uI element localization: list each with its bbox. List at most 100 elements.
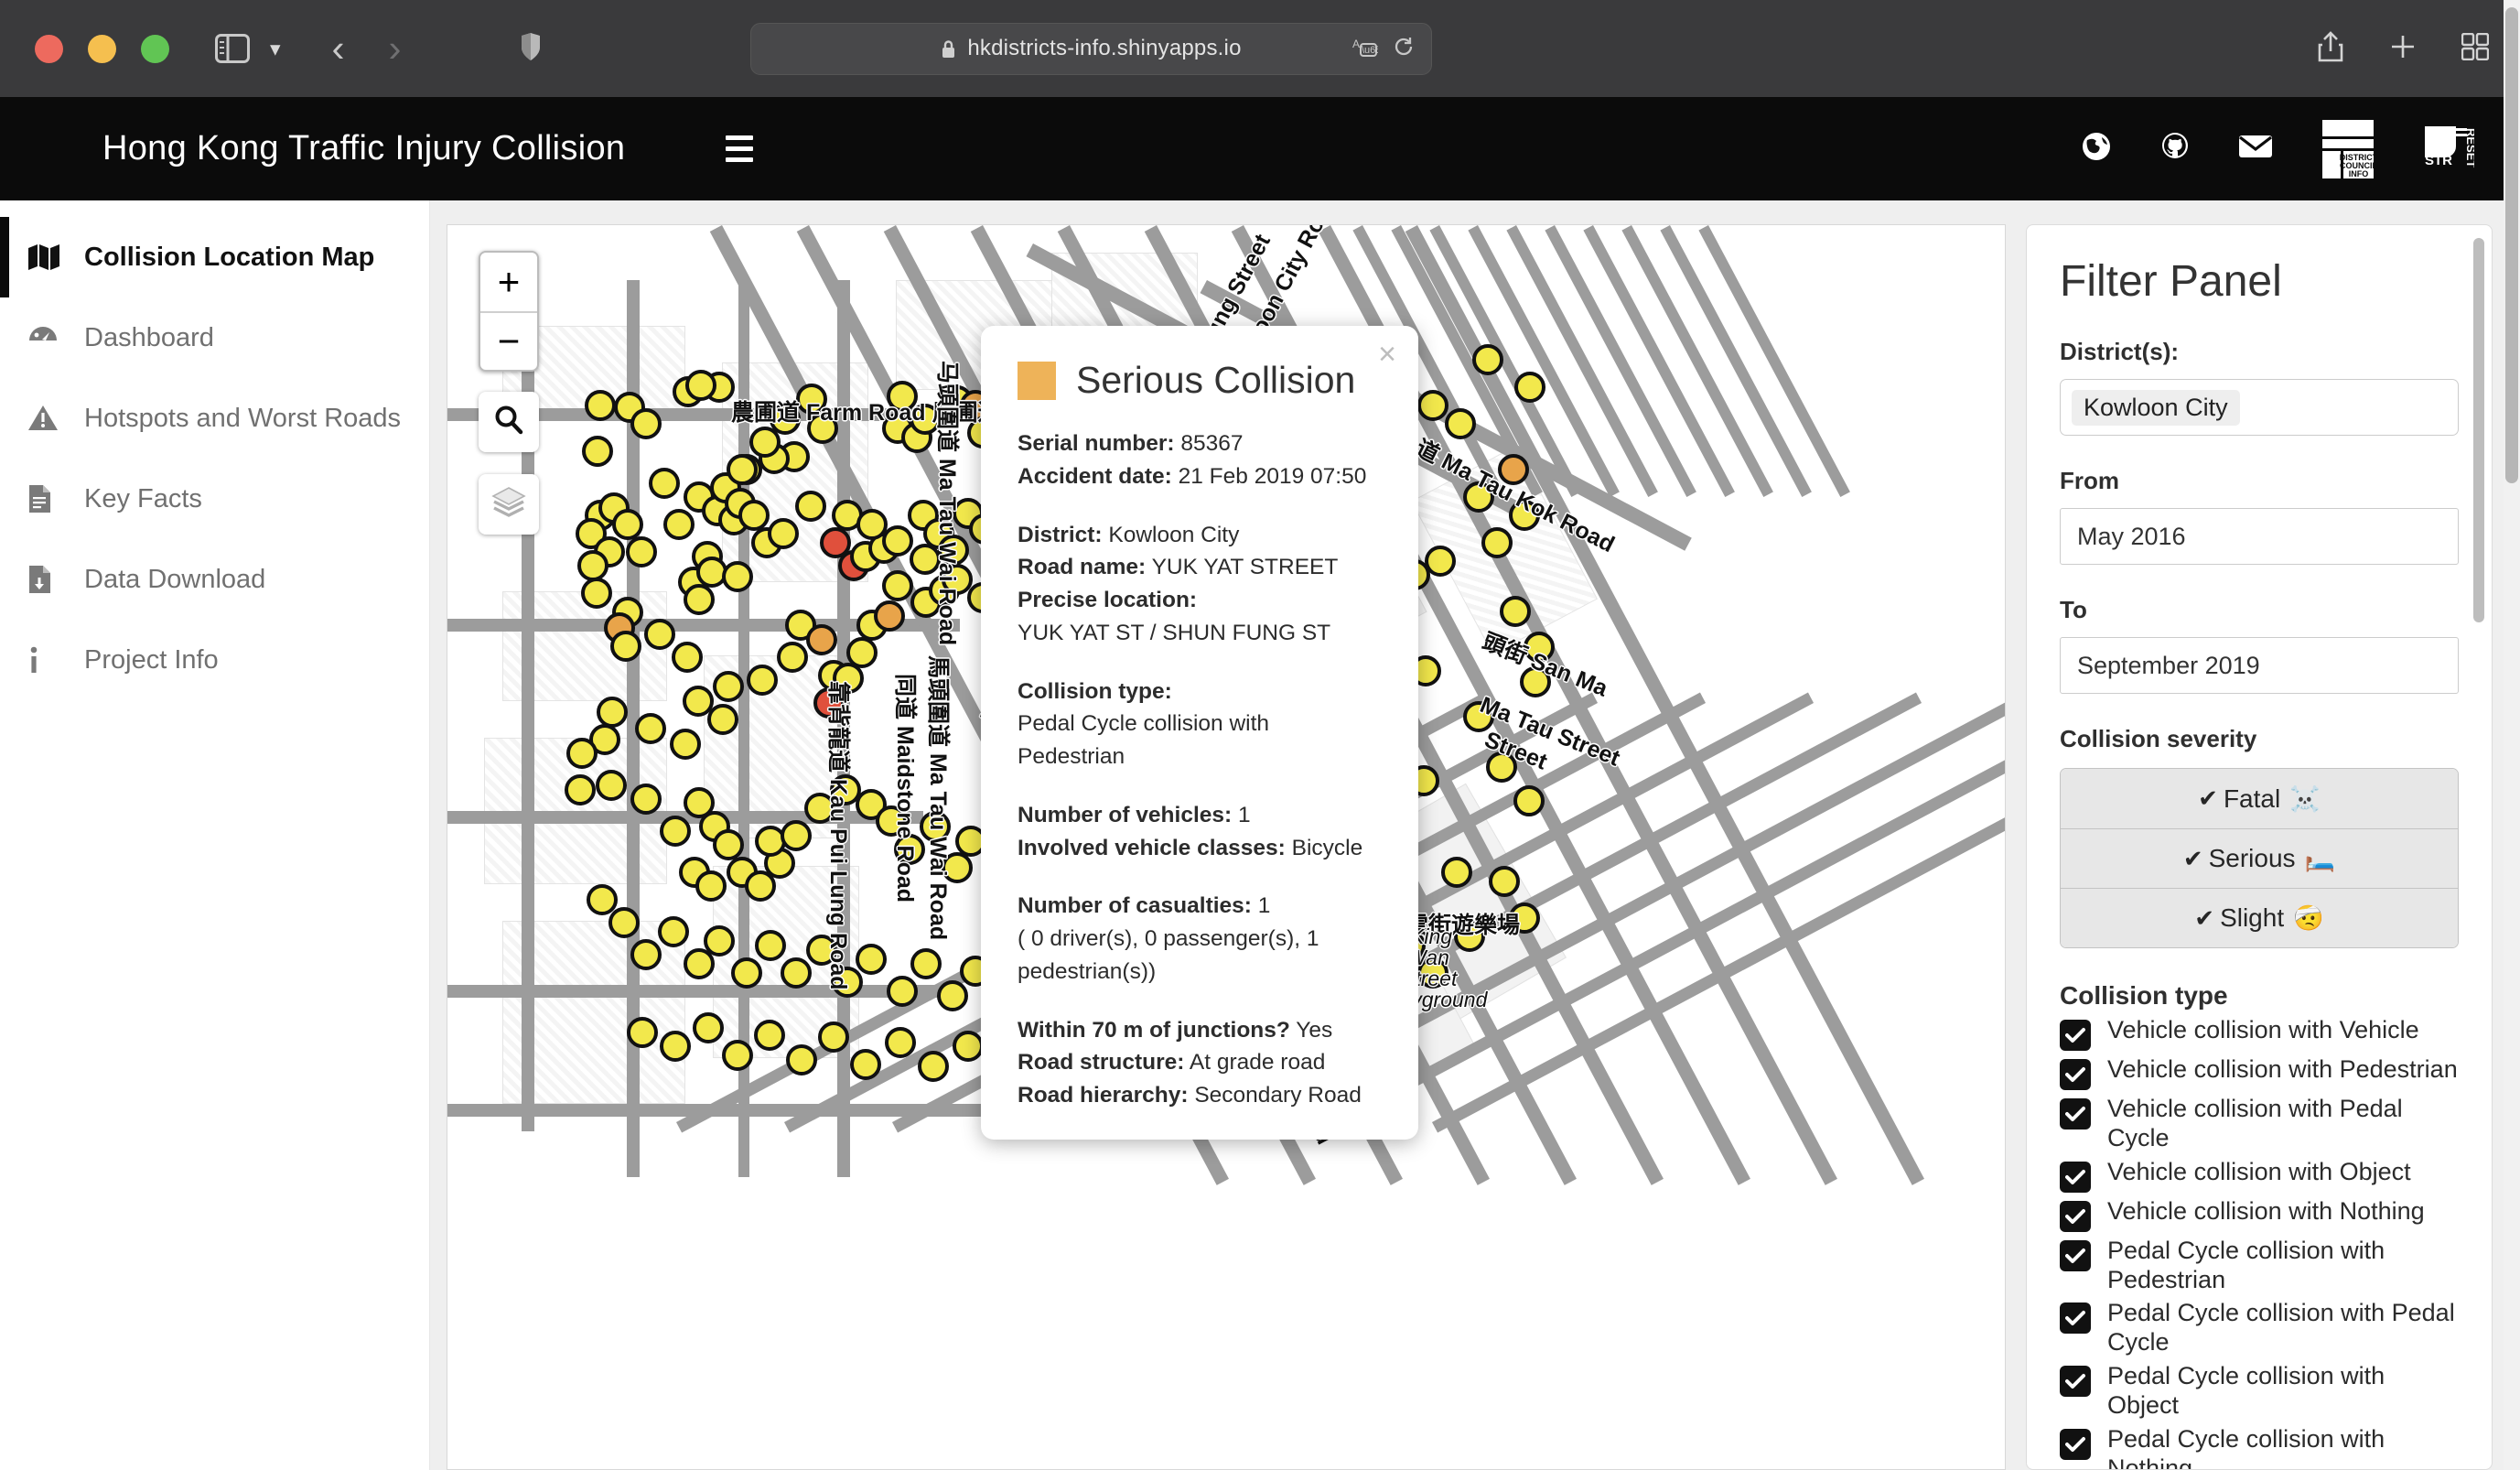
share-icon[interactable] — [2317, 30, 2344, 67]
collision-marker[interactable] — [663, 509, 695, 540]
collision-marker[interactable] — [804, 793, 835, 824]
collision-marker[interactable] — [660, 1031, 691, 1062]
collision-marker[interactable] — [684, 584, 715, 615]
collision-marker[interactable] — [1472, 344, 1503, 375]
collision-marker[interactable] — [820, 527, 851, 558]
globe-icon[interactable] — [2081, 131, 2112, 167]
close-icon[interactable]: × — [1378, 339, 1396, 370]
checkbox-icon[interactable] — [2060, 1302, 2091, 1335]
collision-marker[interactable] — [672, 642, 703, 673]
collision-marker[interactable] — [832, 967, 863, 998]
sidebar-item-collision-location-map[interactable]: Collision Location Map — [0, 217, 429, 297]
checkbox-icon[interactable] — [2060, 1098, 2091, 1130]
collision-marker[interactable] — [918, 1051, 949, 1082]
collision-marker[interactable] — [1486, 751, 1517, 783]
collision-marker[interactable] — [747, 665, 778, 696]
collision-marker[interactable] — [630, 408, 662, 439]
collision-marker[interactable] — [1441, 857, 1472, 888]
collision-marker[interactable] — [920, 811, 951, 842]
collision-marker[interactable] — [910, 404, 941, 435]
collision-type-row[interactable]: Vehicle collision with Object — [2060, 1158, 2459, 1193]
collision-marker[interactable] — [738, 500, 770, 531]
reload-icon[interactable] — [1393, 36, 1415, 62]
sidebar-toggle-icon[interactable] — [215, 34, 250, 63]
collision-marker[interactable] — [685, 370, 716, 401]
collision-marker[interactable] — [1481, 527, 1513, 558]
collision-marker[interactable] — [704, 925, 735, 957]
collision-marker[interactable] — [1513, 785, 1545, 816]
collision-marker[interactable] — [818, 1021, 849, 1053]
collision-marker[interactable] — [910, 948, 942, 979]
checkbox-icon[interactable] — [2060, 1161, 2091, 1193]
collision-marker[interactable] — [566, 738, 598, 769]
collision-marker[interactable] — [768, 518, 799, 549]
collision-type-row[interactable]: Vehicle collision with Vehicle — [2060, 1016, 2459, 1051]
collision-marker[interactable] — [876, 805, 907, 837]
collision-marker[interactable] — [1417, 957, 1448, 989]
collision-marker[interactable] — [713, 829, 744, 860]
collision-marker[interactable] — [707, 704, 738, 735]
tab-overview-icon[interactable] — [2461, 32, 2490, 65]
collision-type-row[interactable]: Pedal Cycle collision with Pedal Cycle — [2060, 1299, 2459, 1357]
checkbox-icon[interactable] — [2060, 1366, 2091, 1398]
collision-marker[interactable] — [1463, 701, 1494, 732]
chevron-down-icon[interactable]: ▾ — [270, 38, 281, 59]
collision-marker[interactable] — [608, 907, 640, 938]
collision-marker[interactable] — [649, 468, 680, 499]
collision-marker[interactable] — [887, 381, 918, 412]
severity-toggle-slight[interactable]: ✔ Slight 🤕 — [2061, 888, 2458, 947]
github-icon[interactable] — [2159, 131, 2191, 167]
collision-marker[interactable] — [846, 637, 878, 668]
plus-icon[interactable] — [2390, 34, 2416, 64]
page-scrollbar-track[interactable] — [2504, 0, 2520, 1470]
collision-marker[interactable] — [1489, 866, 1520, 897]
collision-detail-popup[interactable]: × Serious Collision Serial number: 85367… — [981, 326, 1418, 1140]
collision-marker[interactable] — [942, 852, 973, 883]
collision-marker[interactable] — [1425, 546, 1456, 577]
collision-marker[interactable] — [1509, 500, 1540, 531]
collision-marker[interactable] — [630, 784, 662, 815]
collision-marker[interactable] — [882, 525, 913, 557]
email-icon[interactable] — [2238, 133, 2273, 165]
collision-marker[interactable] — [582, 436, 613, 467]
sidebar-item-data-download[interactable]: Data Download — [0, 539, 429, 620]
collision-marker[interactable] — [1463, 481, 1494, 513]
collision-marker[interactable] — [850, 1049, 881, 1080]
to-date-input[interactable]: September 2019 — [2060, 637, 2459, 694]
collision-type-row[interactable]: Vehicle collision with Pedal Cycle — [2060, 1095, 2459, 1153]
collision-marker[interactable] — [630, 939, 662, 970]
collision-marker[interactable] — [806, 624, 837, 655]
collision-marker[interactable] — [658, 916, 689, 947]
collision-marker[interactable] — [577, 550, 608, 581]
collision-marker[interactable] — [894, 834, 925, 865]
collision-type-row[interactable]: Pedal Cycle collision with Nothing — [2060, 1425, 2459, 1469]
address-bar[interactable]: hkdistricts-info.shinyapps.io A\u6587 — [750, 22, 1432, 75]
collision-marker[interactable] — [1509, 903, 1540, 934]
collision-marker[interactable] — [1498, 454, 1529, 485]
collision-marker[interactable] — [1524, 632, 1555, 663]
collision-marker[interactable] — [749, 427, 781, 458]
collision-marker[interactable] — [1520, 666, 1551, 697]
street-reset-logo[interactable]: STR RESET — [2423, 121, 2474, 178]
collision-marker[interactable] — [1454, 921, 1485, 952]
maximize-window-button[interactable] — [141, 34, 169, 63]
collision-type-row[interactable]: Vehicle collision with Pedestrian — [2060, 1055, 2459, 1090]
collision-marker[interactable] — [885, 1027, 916, 1058]
collision-marker[interactable] — [695, 870, 727, 902]
collision-marker[interactable] — [813, 687, 845, 719]
collision-marker[interactable] — [585, 390, 616, 421]
page-scrollbar-thumb[interactable] — [2505, 7, 2518, 483]
collision-marker[interactable] — [731, 957, 762, 989]
map-layers-button[interactable] — [479, 474, 539, 535]
collision-type-row[interactable]: Pedal Cycle collision with Pedestrian — [2060, 1237, 2459, 1295]
checkbox-icon[interactable] — [2060, 1200, 2091, 1232]
collision-marker[interactable] — [937, 980, 968, 1011]
collision-marker[interactable] — [807, 413, 838, 444]
collision-marker[interactable] — [635, 713, 666, 744]
collision-marker[interactable] — [856, 944, 887, 975]
collision-marker[interactable] — [722, 561, 753, 592]
collision-marker[interactable] — [693, 1012, 724, 1043]
collision-marker[interactable] — [626, 536, 657, 567]
collision-marker[interactable] — [1417, 390, 1448, 421]
checkbox-icon[interactable] — [2060, 1059, 2091, 1090]
